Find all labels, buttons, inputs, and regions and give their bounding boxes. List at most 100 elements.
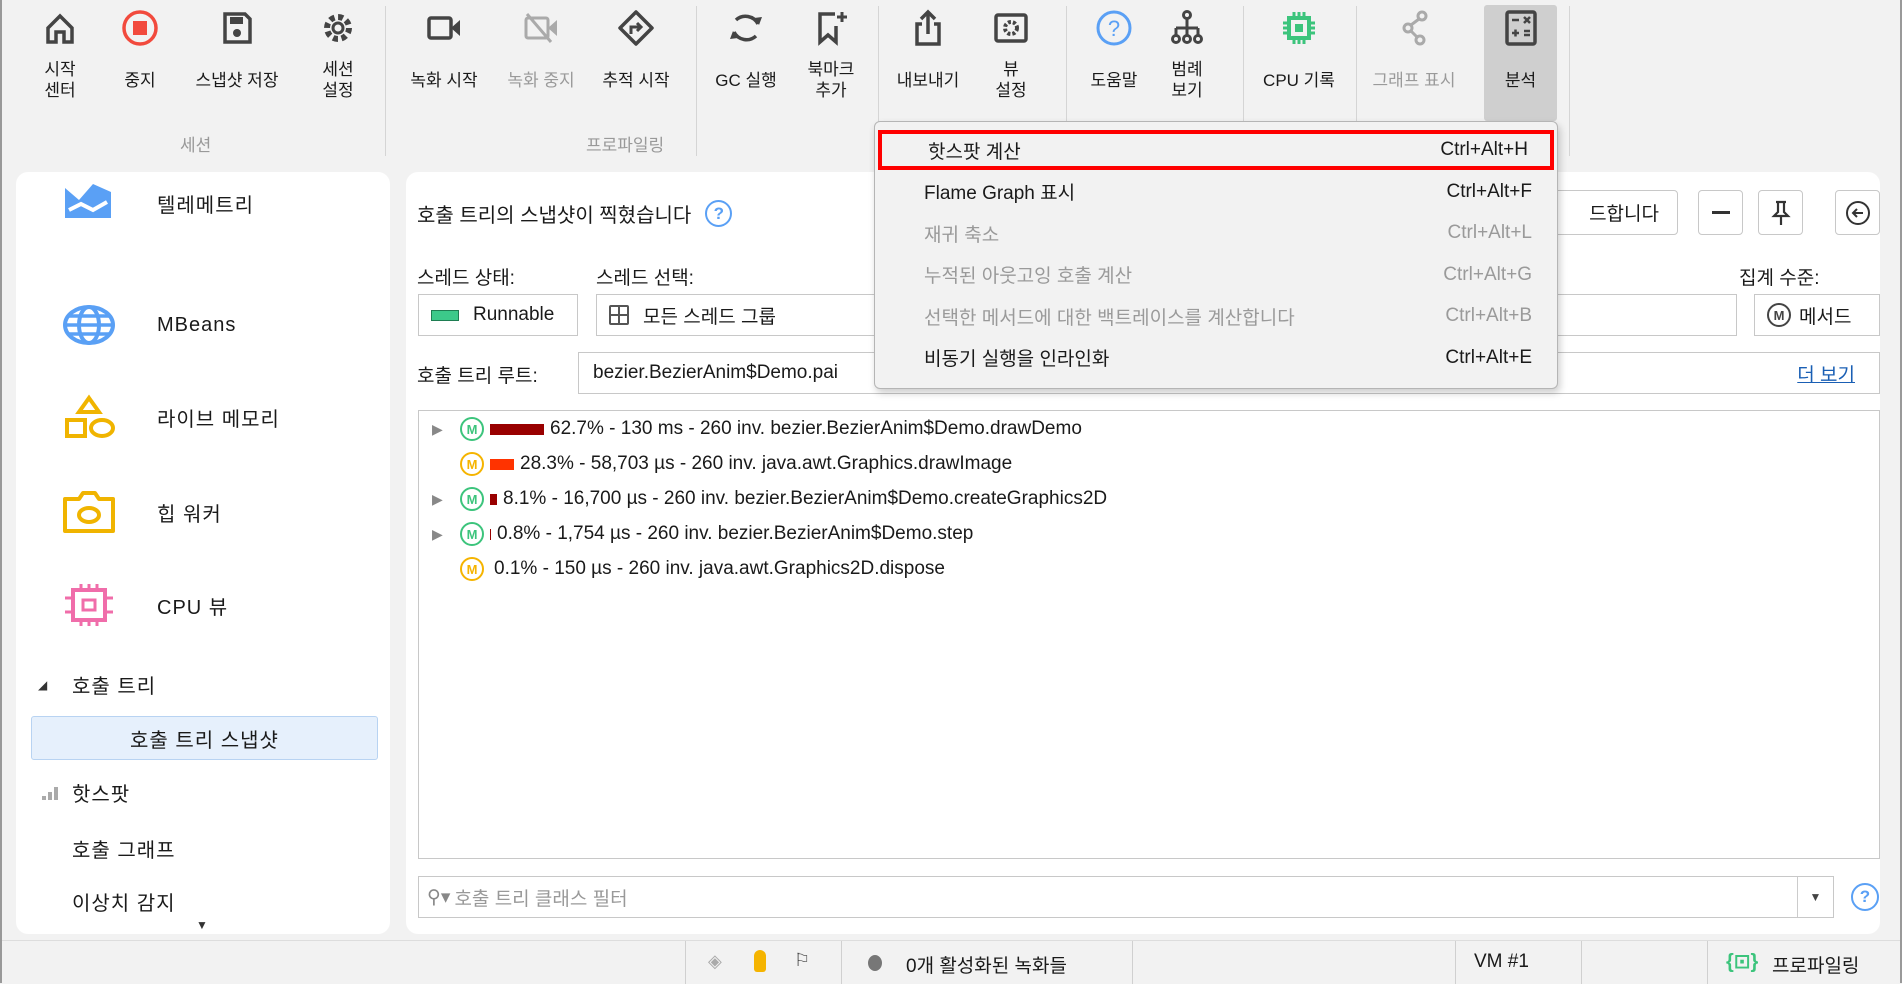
page-title: 호출 트리의 스냅샷이 찍혔습니다 ? bbox=[417, 199, 733, 228]
globe-icon bbox=[63, 305, 115, 345]
thread-select-label: 스레드 선택: bbox=[596, 268, 694, 289]
aggregation-level-label: 집계 수준: bbox=[1739, 268, 1820, 289]
start-recording-button[interactable]: 녹화 시작 bbox=[402, 8, 486, 102]
sidebar-item-hotspots[interactable]: 핫스팟 bbox=[42, 778, 130, 807]
start-center-button[interactable]: 시작 센터 bbox=[36, 8, 84, 102]
filter-help-icon[interactable]: ? bbox=[1851, 883, 1879, 911]
sidebar-item-heap-walker[interactable]: 힙 워커 bbox=[61, 489, 222, 535]
video-off-icon bbox=[524, 13, 557, 43]
trace-status-icon[interactable]: ◈ bbox=[708, 951, 722, 972]
legend-icon bbox=[1171, 10, 1203, 44]
save-snapshot-button[interactable]: 스냅샷 저장 bbox=[182, 8, 292, 102]
add-bookmark-button[interactable]: 북마크 추가 bbox=[802, 8, 860, 102]
sidebar-group-call-tree[interactable]: ◢ 호출 트리 bbox=[38, 670, 156, 699]
help-icon[interactable]: ? bbox=[705, 200, 733, 227]
profiling-icon: {⊡} bbox=[1726, 951, 1759, 973]
sidebar-item-call-graph[interactable]: 호출 그래프 bbox=[72, 834, 176, 863]
active-recordings-count: 0개 활성화된 녹화들 bbox=[906, 956, 1067, 977]
filter-dropdown-button[interactable]: ▼ bbox=[1797, 877, 1833, 917]
more-link[interactable]: 더 보기 bbox=[1797, 360, 1855, 387]
scroll-down-arrow-icon[interactable]: ▼ bbox=[196, 918, 208, 932]
menu-item-label: 비동기 실행을 인라인화 bbox=[924, 349, 1110, 370]
cpu-recording-button[interactable]: CPU 기록 bbox=[1254, 8, 1344, 102]
menu-item-shortcut: Ctrl+Alt+B bbox=[1445, 305, 1532, 326]
show-legend-button[interactable]: 범례 보기 bbox=[1160, 8, 1214, 102]
cpu-icon bbox=[1283, 12, 1315, 44]
method-icon: M bbox=[460, 417, 484, 441]
menu-item-shortcut: Ctrl+Alt+H bbox=[1440, 139, 1528, 160]
help-button[interactable]: ? 도움말 bbox=[1082, 8, 1146, 102]
thread-state-label: 스레드 상태: bbox=[417, 268, 515, 289]
method-icon: M bbox=[460, 557, 484, 581]
row-text: 62.7% - 130 ms - 260 inv. bezier.BezierA… bbox=[550, 418, 1082, 439]
runnable-color-swatch bbox=[431, 309, 459, 321]
menu-item[interactable]: 누적된 아웃고잉 호출 계산 Ctrl+Alt+G bbox=[878, 255, 1554, 295]
menu-item[interactable]: 선택한 메서드에 대한 백트레이스를 계산합니다 Ctrl+Alt+B bbox=[878, 296, 1554, 336]
table-row[interactable]: M 0.1% - 150 µs - 260 inv. java.awt.Graph… bbox=[432, 554, 945, 584]
view-settings-button[interactable]: 뷰 설정 bbox=[986, 8, 1036, 102]
calculator-icon bbox=[1504, 10, 1537, 46]
flag-icon[interactable]: ⚐ bbox=[794, 950, 810, 971]
row-text: 0.8% - 1,754 µs - 260 inv. bezier.Bezier… bbox=[497, 523, 974, 544]
sidebar-item-telemetry[interactable]: 텔레메트리 bbox=[61, 180, 254, 226]
row-text: 0.1% - 150 µs - 260 inv. java.awt.Graphi… bbox=[494, 558, 945, 579]
run-gc-button[interactable]: GC 실행 bbox=[708, 8, 784, 102]
aggregation-level-select[interactable]: M 메서드 bbox=[1754, 294, 1880, 336]
expand-triangle-icon[interactable]: ▶ bbox=[432, 526, 448, 543]
expand-triangle-icon[interactable]: ▶ bbox=[432, 421, 448, 438]
table-row[interactable]: M 28.3% - 58,703 µs - 260 inv. java.awt.G… bbox=[432, 449, 1012, 479]
sidebar-item-cpu-view[interactable]: CPU 뷰 bbox=[61, 582, 228, 628]
group-label-profiling: 프로파일링 bbox=[586, 136, 665, 155]
export-button[interactable]: 내보내기 bbox=[886, 8, 970, 102]
row-text: 28.3% - 58,703 µs - 260 inv. java.awt.Gr… bbox=[520, 453, 1013, 474]
pin-button[interactable] bbox=[1758, 190, 1803, 235]
stop-button[interactable]: 중지 bbox=[114, 8, 166, 102]
trace-icon bbox=[618, 10, 654, 46]
expand-triangle-icon[interactable]: ▶ bbox=[432, 491, 448, 508]
menu-item-label: 재귀 축소 bbox=[924, 224, 1000, 246]
stop-icon bbox=[122, 10, 158, 46]
session-settings-button[interactable]: 세션 설정 bbox=[312, 8, 364, 102]
pin-icon bbox=[1770, 200, 1791, 225]
toolbar-separator bbox=[696, 6, 697, 156]
table-row[interactable]: ▶ M 0.8% - 1,754 µs - 260 inv. bezier.Bezi… bbox=[432, 519, 973, 549]
sidebar-item-live-memory[interactable]: 라이브 메모리 bbox=[61, 394, 280, 440]
graph-icon bbox=[1402, 10, 1428, 46]
sidebar-item-mbeans[interactable]: MBeans bbox=[61, 302, 236, 348]
back-button[interactable] bbox=[1835, 190, 1880, 235]
sidebar-item-outlier-detection[interactable]: 이상치 감지 bbox=[72, 887, 176, 916]
menu-item[interactable]: 핫스팟 계산 Ctrl+Alt+H bbox=[878, 130, 1554, 170]
toolbar-separator bbox=[1569, 6, 1570, 156]
export-icon bbox=[915, 9, 941, 46]
help-icon: ? bbox=[1096, 10, 1132, 46]
telemetry-icon bbox=[65, 184, 111, 218]
collapse-button[interactable] bbox=[1698, 190, 1743, 235]
table-row[interactable]: ▶ M 62.7% - 130 ms - 260 inv. bezier.Bezie… bbox=[432, 414, 1082, 444]
status-bar: ◈ ⚐ 0개 활성화된 녹화들 VM #1 {⊡} 프로파일링 bbox=[2, 940, 1900, 984]
sidebar-item-call-tree-snapshot[interactable]: 호출 트리 스냅샷 bbox=[31, 716, 378, 760]
thread-state-select[interactable]: Runnable bbox=[418, 294, 578, 336]
sidebar: 텔레메트리 MBeans 라이브 메모리 힙 워커 CPU 뷰 ◢ 호출 트리 … bbox=[16, 172, 390, 934]
menu-item[interactable]: Flame Graph 표시 Ctrl+Alt+F bbox=[878, 172, 1554, 212]
gear-icon bbox=[324, 14, 352, 42]
menu-item-label: Flame Graph 표시 bbox=[924, 183, 1076, 204]
video-icon bbox=[427, 16, 460, 40]
minus-icon bbox=[1711, 211, 1730, 214]
vm-label: VM #1 bbox=[1474, 951, 1529, 972]
method-icon: M bbox=[460, 522, 484, 546]
menu-item-shortcut: Ctrl+Alt+L bbox=[1447, 222, 1532, 243]
start-tracking-button[interactable]: 추적 시작 bbox=[594, 8, 678, 102]
analyze-button[interactable]: 분석 bbox=[1484, 5, 1557, 121]
stop-recording-button[interactable]: 녹화 중지 bbox=[499, 8, 583, 102]
menu-item-label: 누적된 아웃고잉 호출 계산 bbox=[924, 266, 1133, 287]
menu-item[interactable]: 비동기 실행을 인라인화 Ctrl+Alt+E bbox=[878, 338, 1554, 378]
table-row[interactable]: ▶ M 8.1% - 16,700 µs - 260 inv. bezier.Bez… bbox=[432, 484, 1107, 514]
camera-icon bbox=[63, 491, 115, 533]
show-graph-button[interactable]: 그래프 표시 bbox=[1364, 8, 1464, 102]
method-icon: M bbox=[460, 487, 484, 511]
lightbulb-icon[interactable] bbox=[754, 950, 766, 972]
percentage-bar bbox=[490, 493, 497, 505]
class-filter-input[interactable]: ⚲▾ 호출 트리 클래스 필터 ▼ bbox=[418, 876, 1834, 918]
thread-group-icon bbox=[609, 305, 629, 325]
menu-item[interactable]: 재귀 축소 Ctrl+Alt+L bbox=[878, 213, 1554, 253]
